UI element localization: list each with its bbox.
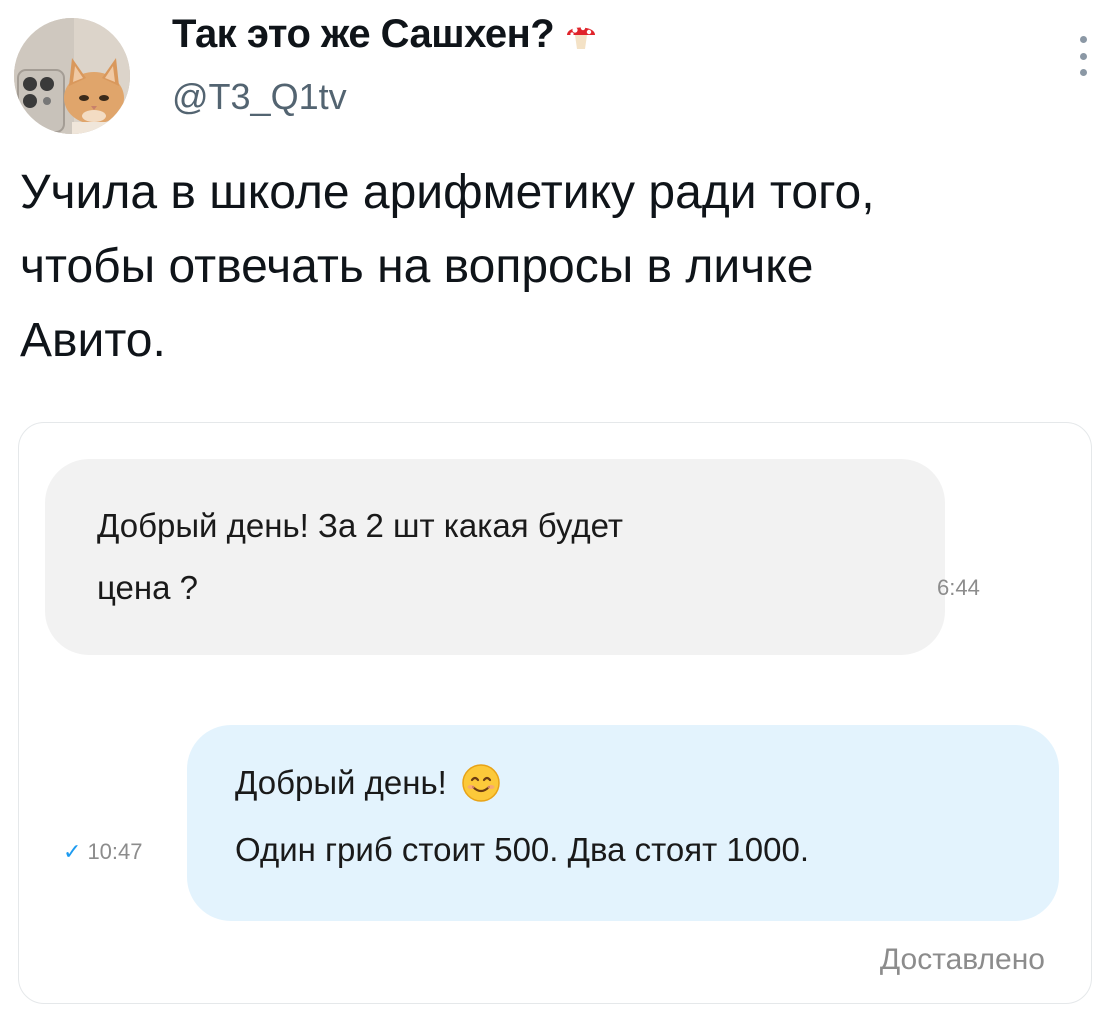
checkmark-icon: ✓ (63, 839, 82, 864)
outgoing-message-greeting: Добрый день! (235, 763, 501, 803)
delivery-status: Доставлено (879, 943, 1045, 976)
dot (1079, 69, 1087, 76)
outgoing-message-meta: ✓ 10:47 (63, 839, 143, 865)
smiling-face-icon (462, 764, 500, 802)
avatar[interactable] (14, 18, 130, 134)
display-name[interactable]: Так это же Сашхен? (172, 12, 598, 57)
outgoing-message-line1: Добрый день! (235, 764, 447, 801)
incoming-message-text: Добрый день! За 2 шт какая будет цена ? (97, 507, 624, 606)
cat-avatar-image (14, 18, 130, 134)
outgoing-message-bubble: Добрый день! Один гриб стоит 500. Два ст… (187, 725, 1059, 921)
display-name-text: Так это же Сашхен? (172, 12, 555, 56)
outgoing-message-time: 10:47 (87, 839, 143, 864)
incoming-message-time: 6:44 (937, 575, 980, 600)
incoming-message-bubble: Добрый день! За 2 шт какая будет цена ? (45, 459, 945, 655)
mushroom-icon (567, 25, 596, 49)
dot (1079, 52, 1087, 60)
dot (1079, 36, 1087, 43)
tweet-text: Учила в школе арифметику ради того, чтоб… (20, 166, 875, 367)
chat-screenshot-card[interactable]: Добрый день! За 2 шт какая будет цена ? … (18, 422, 1092, 1004)
user-handle[interactable]: @T3_Q1tv (172, 76, 347, 118)
outgoing-message-line2: Один гриб стоит 500. Два стоят 1000. (235, 831, 809, 868)
more-options-icon[interactable] (1077, 36, 1089, 76)
